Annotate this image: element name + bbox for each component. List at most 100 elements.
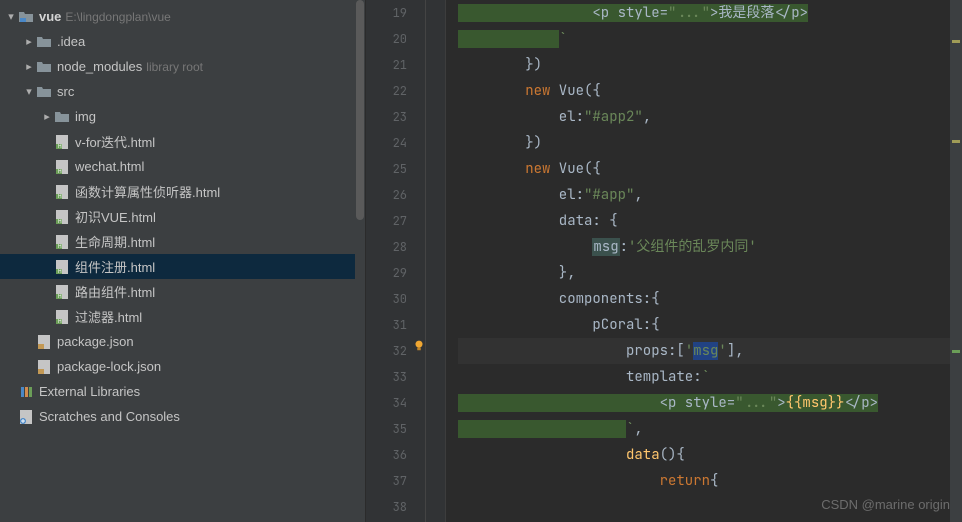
- code-editor[interactable]: 1920212223242526272829303132333435363738…: [366, 0, 962, 522]
- folder-.idea[interactable]: .idea: [0, 29, 365, 54]
- code-line[interactable]: return{: [458, 468, 962, 494]
- file-路由组件.html[interactable]: H路由组件.html: [0, 279, 365, 304]
- line-number[interactable]: 25: [366, 156, 407, 182]
- code-line[interactable]: <p style="...">{{msg}}</p>: [458, 390, 962, 416]
- expand-arrow-icon[interactable]: [22, 60, 36, 74]
- code-line[interactable]: }): [458, 52, 962, 78]
- line-number[interactable]: 26: [366, 182, 407, 208]
- json-file-icon: [36, 334, 52, 350]
- code-line[interactable]: new Vue({: [458, 78, 962, 104]
- line-number[interactable]: 33: [366, 364, 407, 390]
- code-line[interactable]: components:{: [458, 286, 962, 312]
- line-number[interactable]: 22: [366, 78, 407, 104]
- expand-arrow-icon: [40, 160, 54, 174]
- sidebar-scrollbar[interactable]: [355, 0, 365, 522]
- expand-arrow-icon[interactable]: [22, 85, 36, 99]
- expand-arrow-icon[interactable]: [4, 10, 18, 24]
- project-root[interactable]: vue E:\lingdongplan\vue: [0, 4, 365, 29]
- code-line[interactable]: data: {: [458, 208, 962, 234]
- line-number[interactable]: 28: [366, 234, 407, 260]
- line-number[interactable]: 24: [366, 130, 407, 156]
- code-line[interactable]: template:`: [458, 364, 962, 390]
- svg-text:H: H: [58, 269, 62, 275]
- expand-arrow-icon: [4, 385, 18, 399]
- code-line[interactable]: data(){: [458, 442, 962, 468]
- code-line[interactable]: el:"#app2",: [458, 104, 962, 130]
- tree-item-label: .idea: [57, 34, 85, 49]
- expand-arrow-icon: [40, 310, 54, 324]
- tree-item-hint: library root: [146, 60, 203, 74]
- code-line[interactable]: },: [458, 260, 962, 286]
- folder-src[interactable]: src: [0, 79, 365, 104]
- editor-scrollbar[interactable]: [950, 0, 962, 522]
- file-组件注册.html[interactable]: H 组件注册.html: [0, 254, 365, 279]
- file-package-lock.json[interactable]: package-lock.json: [0, 354, 365, 379]
- scratches-and-consoles[interactable]: Scratches and Consoles: [0, 404, 365, 429]
- expand-arrow-icon: [22, 335, 36, 349]
- code-line[interactable]: el:"#app",: [458, 182, 962, 208]
- folder-icon: [18, 9, 34, 25]
- expand-arrow-icon: [4, 410, 18, 424]
- file-生命周期.html[interactable]: H生命周期.html: [0, 229, 365, 254]
- expand-arrow-icon: [40, 285, 54, 299]
- code-line[interactable]: `: [458, 26, 962, 52]
- file-package.json[interactable]: package.json: [0, 329, 365, 354]
- tree-item-label: 生命周期.html: [75, 232, 155, 251]
- tree-item-label: package-lock.json: [57, 359, 161, 374]
- line-number[interactable]: 38: [366, 494, 407, 520]
- expand-arrow-icon: [22, 360, 36, 374]
- folder-icon: [36, 34, 52, 50]
- file-过滤器.html[interactable]: H 过滤器.html: [0, 304, 365, 329]
- tree-item-label: img: [75, 109, 96, 124]
- html-file-icon: H: [54, 184, 70, 200]
- code-line[interactable]: `,: [458, 416, 962, 442]
- library-icon: [18, 384, 34, 400]
- file-wechat.html[interactable]: Hwechat.html: [0, 154, 365, 179]
- line-number[interactable]: 29: [366, 260, 407, 286]
- intention-bulb-icon[interactable]: [412, 338, 426, 352]
- code-line[interactable]: }): [458, 130, 962, 156]
- line-number[interactable]: 19: [366, 0, 407, 26]
- html-file-icon: H: [54, 159, 70, 175]
- code-line[interactable]: new Vue({: [458, 156, 962, 182]
- external-libraries[interactable]: External Libraries: [0, 379, 365, 404]
- tree-item-label: 过滤器.html: [75, 307, 142, 326]
- line-number[interactable]: 32: [366, 338, 407, 364]
- sidebar-scrollbar-thumb[interactable]: [356, 0, 364, 220]
- code-line[interactable]: <p style="...">我是段落</p>: [458, 0, 962, 26]
- html-file-icon: H: [54, 309, 70, 325]
- folder-icon: [36, 84, 52, 100]
- folder-icon: [36, 59, 52, 75]
- line-number[interactable]: 20: [366, 26, 407, 52]
- tree-item-label: 路由组件.html: [75, 282, 155, 301]
- tree-item-label: 组件注册.html: [75, 257, 155, 276]
- line-number[interactable]: 23: [366, 104, 407, 130]
- line-number[interactable]: 34: [366, 390, 407, 416]
- html-file-icon: H: [54, 134, 70, 150]
- file-函数计算属性侦听器.html[interactable]: H函数计算属性侦听器.html: [0, 179, 365, 204]
- folder-node_modules[interactable]: node_modules library root: [0, 54, 365, 79]
- line-number[interactable]: 30: [366, 286, 407, 312]
- line-number[interactable]: 27: [366, 208, 407, 234]
- expand-arrow-icon: [40, 135, 54, 149]
- editor-code-area[interactable]: <p style="...">我是段落</p> ` }) new Vue({ e…: [446, 0, 962, 522]
- line-number[interactable]: 37: [366, 468, 407, 494]
- line-number[interactable]: 36: [366, 442, 407, 468]
- code-line[interactable]: msg:'父组件的乱罗内同': [458, 234, 962, 260]
- scratches-icon: [18, 409, 34, 425]
- svg-text:H: H: [58, 144, 62, 150]
- code-line[interactable]: props:['msg'],: [458, 338, 962, 364]
- editor-gutter: 1920212223242526272829303132333435363738: [366, 0, 426, 522]
- tree-item-label: Scratches and Consoles: [39, 409, 180, 424]
- expand-arrow-icon[interactable]: [40, 110, 54, 124]
- line-number[interactable]: 35: [366, 416, 407, 442]
- line-number[interactable]: 21: [366, 52, 407, 78]
- file-初识VUE.html[interactable]: H初识VUE.html: [0, 204, 365, 229]
- folder-img[interactable]: img: [0, 104, 365, 129]
- code-line[interactable]: pCoral:{: [458, 312, 962, 338]
- file-v-for迭代.html[interactable]: Hv-for迭代.html: [0, 129, 365, 154]
- project-tree-panel: vue E:\lingdongplan\vue .idea node_modules…: [0, 0, 366, 522]
- line-number[interactable]: 31: [366, 312, 407, 338]
- expand-arrow-icon[interactable]: [22, 35, 36, 49]
- expand-arrow-icon: [40, 235, 54, 249]
